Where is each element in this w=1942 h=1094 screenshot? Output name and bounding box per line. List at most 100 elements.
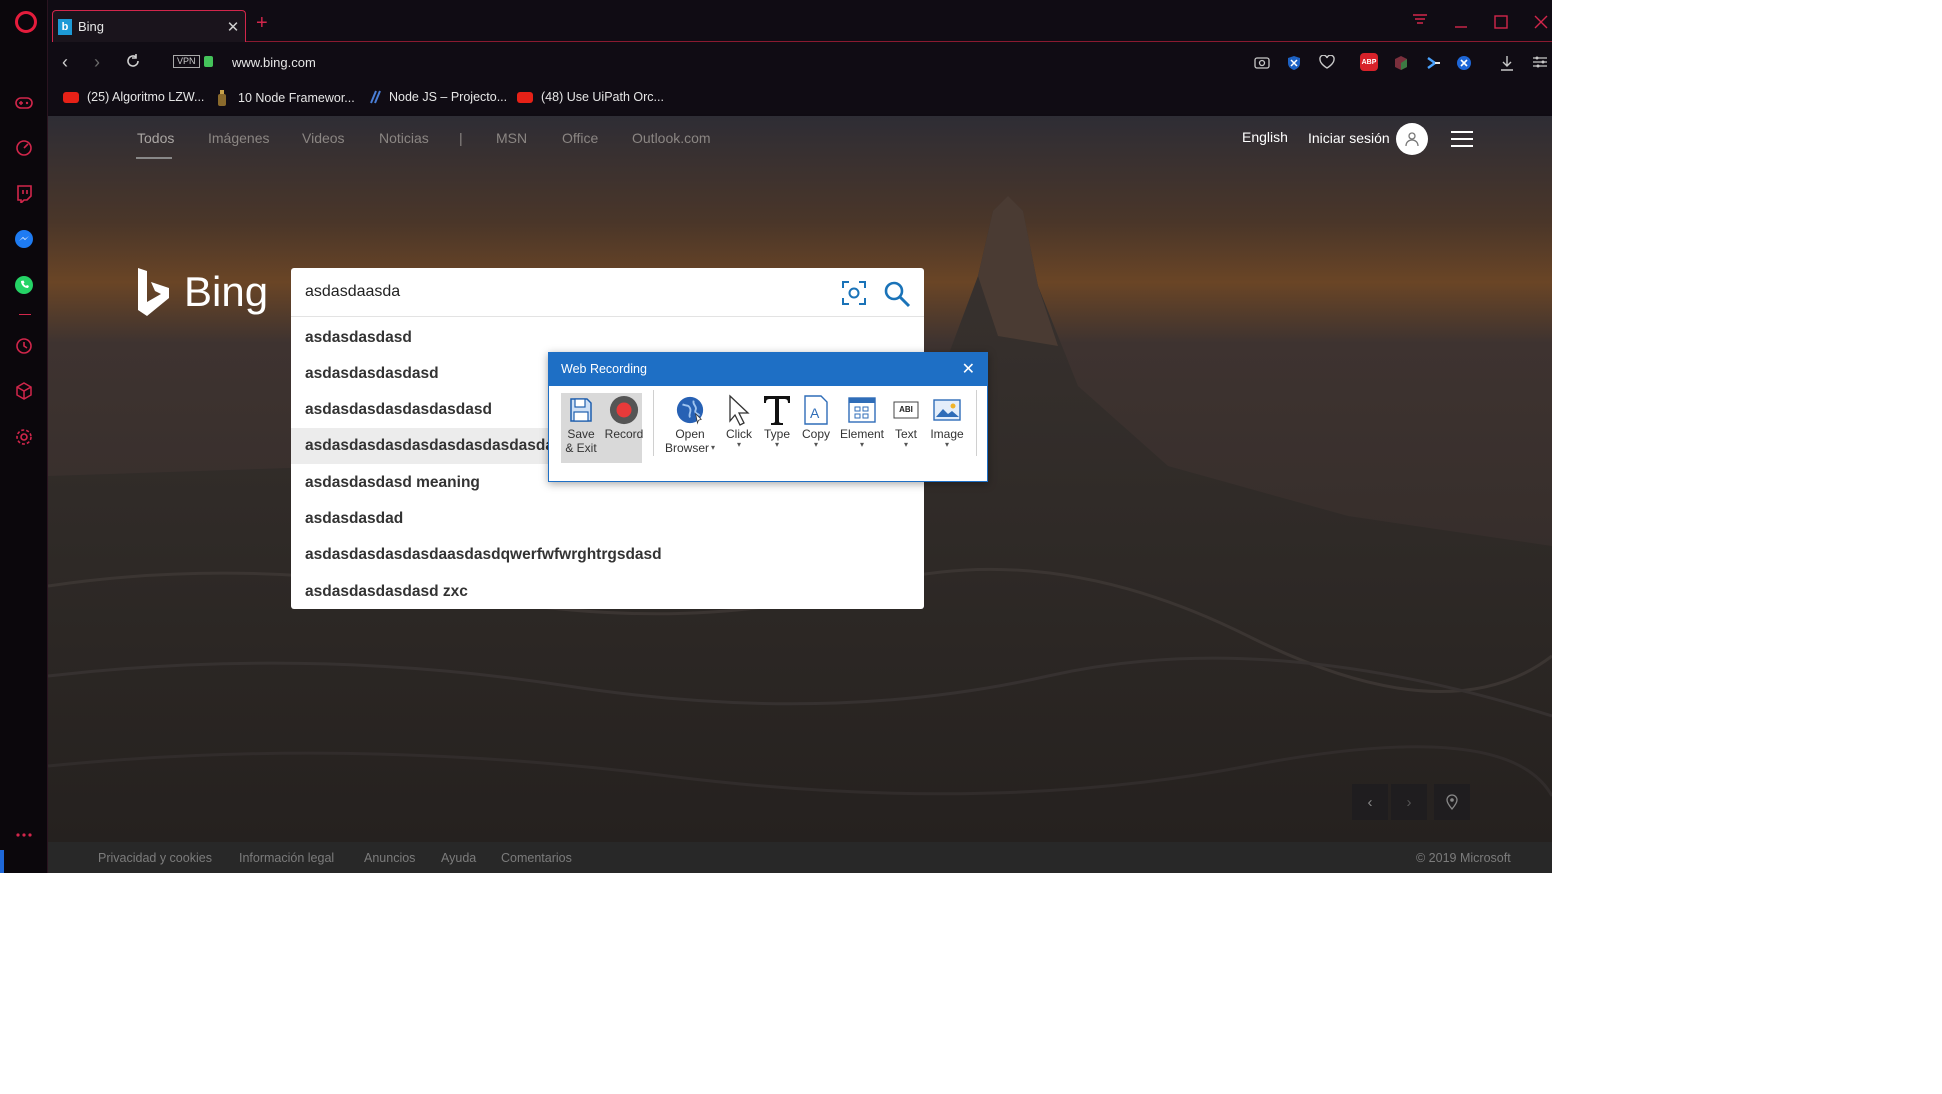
nav-divider: |: [459, 130, 463, 146]
minimize-icon[interactable]: [1454, 14, 1468, 34]
close-window-icon[interactable]: [1534, 14, 1548, 34]
dropdown-arrow-icon[interactable]: ▾: [904, 441, 908, 449]
bookmark-item[interactable]: Node JS – Projecto...: [368, 90, 507, 104]
bookmark-item[interactable]: 10 Node Framewor...: [216, 90, 355, 106]
blue-extension-icon[interactable]: [1456, 55, 1472, 74]
history-icon[interactable]: [14, 336, 34, 356]
gamepad-icon[interactable]: [14, 93, 34, 113]
dropdown-arrow-icon[interactable]: ▾: [775, 441, 779, 449]
record-button[interactable]: Record: [603, 393, 645, 441]
nav-imagenes[interactable]: Imágenes: [208, 130, 269, 146]
dropdown-arrow-icon[interactable]: ▾: [860, 441, 864, 449]
nav-office[interactable]: Office: [562, 130, 598, 146]
recorder-title: Web Recording: [561, 362, 647, 376]
speedometer-icon[interactable]: [14, 138, 34, 158]
reload-icon[interactable]: [125, 53, 141, 74]
settings-gear-icon[interactable]: [14, 427, 34, 447]
whatsapp-icon[interactable]: [14, 275, 34, 295]
youtube-icon: [517, 91, 533, 103]
save-exit-button[interactable]: Save & Exit: [563, 393, 599, 455]
vpn-badge[interactable]: VPN: [173, 55, 200, 68]
element-icon: [847, 393, 877, 427]
tab-menu-icon[interactable]: [1412, 12, 1428, 32]
dropdown-arrow-icon[interactable]: ▾: [945, 441, 949, 449]
location-pin-icon[interactable]: [1434, 784, 1470, 820]
snapshot-camera-icon[interactable]: [1254, 55, 1270, 72]
download-icon[interactable]: [1500, 55, 1514, 74]
new-tab-icon[interactable]: +: [256, 12, 268, 35]
open-browser-button[interactable]: Open Browser ▾: [662, 393, 718, 455]
more-dots-icon[interactable]: [14, 825, 34, 845]
tool-label: & Exit: [565, 441, 597, 455]
sidebar-divider: [19, 314, 31, 315]
desktop-blank-area: [1552, 0, 1942, 1094]
messenger-icon[interactable]: [14, 229, 34, 249]
extensions-cube-icon[interactable]: [14, 381, 34, 401]
suggestion-item[interactable]: asdasdasdasd: [291, 320, 924, 356]
footer-link[interactable]: Ayuda: [441, 851, 476, 865]
tab-title: Bing: [78, 19, 105, 34]
footer-link[interactable]: Anuncios: [364, 851, 415, 865]
visual-search-icon[interactable]: [841, 280, 867, 306]
footer-link[interactable]: Comentarios: [501, 851, 572, 865]
forward-icon[interactable]: ›: [94, 52, 100, 73]
tool-label: Record: [604, 427, 644, 441]
suggestion-item[interactable]: asdasdasdasdasd zxc: [291, 574, 924, 610]
url-field[interactable]: www.bing.com: [232, 55, 316, 70]
previous-image-icon[interactable]: ‹: [1352, 784, 1388, 820]
twitch-icon[interactable]: [14, 184, 34, 204]
tool-label: Element: [839, 427, 885, 441]
tab-bing[interactable]: b Bing ✕: [52, 10, 246, 42]
close-tab-icon[interactable]: ✕: [221, 18, 245, 36]
bookmark-label: (25) Algoritmo LZW...: [87, 90, 205, 104]
close-recorder-icon[interactable]: ✕: [962, 359, 975, 379]
element-button[interactable]: Element ▾: [838, 393, 886, 449]
web-recording-window: Web Recording ✕ Save & Exit Record Open …: [548, 352, 988, 482]
copy-button[interactable]: A Copy ▾: [798, 393, 834, 449]
search-box[interactable]: asdasdaasda: [291, 268, 924, 317]
footer-link[interactable]: Información legal: [239, 851, 334, 865]
search-icon[interactable]: [883, 280, 911, 308]
back-icon[interactable]: ‹: [62, 52, 68, 73]
toolbar-separator: [976, 390, 977, 456]
nav-outlook[interactable]: Outlook.com: [632, 130, 711, 146]
shield-icon[interactable]: [1287, 55, 1301, 74]
nav-videos[interactable]: Videos: [302, 130, 345, 146]
nav-msn[interactable]: MSN: [496, 130, 527, 146]
tool-label: Text: [894, 427, 917, 441]
nodejs-icon: [368, 90, 382, 104]
opera-logo-icon[interactable]: [15, 11, 37, 33]
search-input[interactable]: asdasdaasda: [305, 283, 400, 301]
signin-link[interactable]: Iniciar sesión: [1308, 130, 1390, 146]
language-link[interactable]: English: [1242, 129, 1288, 145]
colorful-cube-icon[interactable]: [1393, 55, 1409, 74]
image-button[interactable]: Image ▾: [926, 393, 968, 449]
lock-icon[interactable]: [204, 56, 213, 67]
suggestion-item[interactable]: asdasdasdasdasdaasdasdqwerfwfwrghtrgsdas…: [291, 537, 924, 573]
hamburger-menu-icon[interactable]: [1451, 131, 1473, 147]
bing-logo: Bing: [136, 266, 268, 318]
arrow-extension-icon[interactable]: [1425, 55, 1441, 74]
bottle-icon: [216, 90, 228, 106]
dropdown-arrow-icon[interactable]: ▾: [737, 441, 741, 449]
copyright: © 2019 Microsoft: [1416, 851, 1511, 865]
next-image-icon[interactable]: ›: [1391, 784, 1427, 820]
tool-label: Copy: [801, 427, 830, 441]
nav-noticias[interactable]: Noticias: [379, 130, 429, 146]
easy-setup-icon[interactable]: [1532, 55, 1548, 72]
dropdown-arrow-icon[interactable]: ▾: [814, 441, 818, 449]
footer-link[interactable]: Privacidad y cookies: [98, 851, 212, 865]
type-button[interactable]: Type ▾: [760, 393, 794, 449]
youtube-icon: [63, 91, 79, 103]
heart-icon[interactable]: [1319, 54, 1335, 72]
nav-todos[interactable]: Todos: [137, 130, 174, 146]
avatar-icon[interactable]: [1396, 123, 1428, 155]
text-button[interactable]: ABI Text ▾: [890, 393, 922, 449]
click-button[interactable]: Click ▾: [723, 393, 755, 449]
bookmark-item[interactable]: (25) Algoritmo LZW...: [63, 90, 204, 104]
adblock-icon[interactable]: ABP: [1360, 53, 1378, 71]
maximize-icon[interactable]: [1494, 14, 1508, 34]
bookmark-item[interactable]: (48) Use UiPath Orc...: [517, 90, 664, 104]
opera-sidebar: [0, 0, 48, 873]
suggestion-item[interactable]: asdasdasdad: [291, 501, 924, 537]
